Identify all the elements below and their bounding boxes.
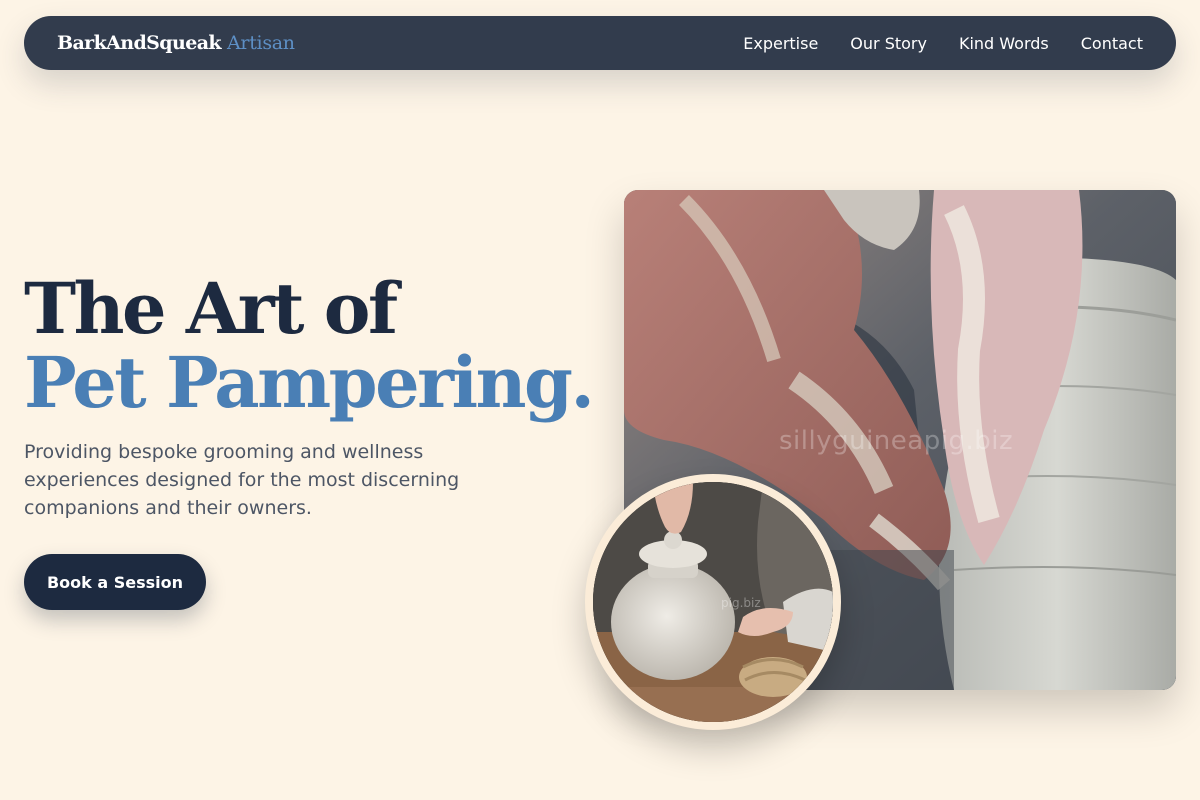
hero-title-line1: The Art of: [24, 267, 398, 350]
nav-link-contact[interactable]: Contact: [1081, 34, 1143, 53]
hero-title-line2: Pet Pampering.: [24, 341, 595, 424]
hero-description: Providing bespoke grooming and wellness …: [24, 441, 460, 519]
ceramic-jar-illustration: [593, 482, 833, 722]
ceramic-jar-image: pig.biz: [585, 474, 841, 730]
top-navbar: BarkAndSqueak Artisan Expertise Our Stor…: [24, 16, 1176, 70]
nav-link-kind-words[interactable]: Kind Words: [959, 34, 1049, 53]
book-session-button[interactable]: Book a Session: [24, 554, 206, 610]
brand-name: BarkAndSqueak: [57, 32, 222, 54]
brand-logo[interactable]: BarkAndSqueak Artisan: [57, 32, 295, 54]
nav-link-expertise[interactable]: Expertise: [743, 34, 818, 53]
nav-links: Expertise Our Story Kind Words Contact: [743, 34, 1143, 53]
nav-link-our-story[interactable]: Our Story: [850, 34, 927, 53]
main-image-watermark: sillyguineapig.biz: [779, 426, 1014, 456]
inset-image-watermark: pig.biz: [721, 596, 761, 610]
brand-accent: Artisan: [227, 32, 295, 54]
hero-title: The Art of Pet Pampering.: [24, 267, 595, 424]
